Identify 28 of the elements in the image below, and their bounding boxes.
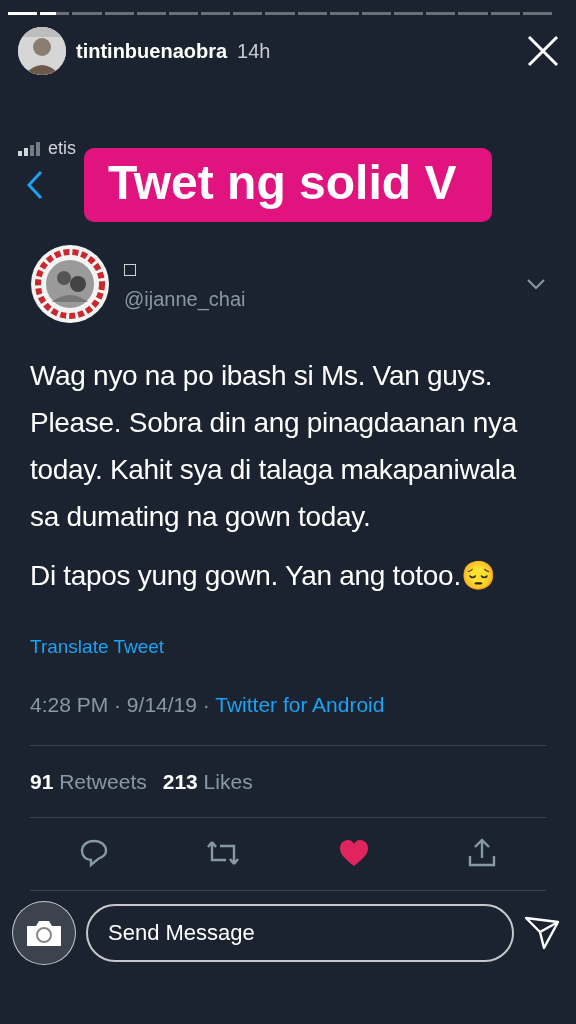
source-link[interactable]: Twitter for Android: [215, 693, 385, 717]
share-icon[interactable]: [467, 838, 498, 869]
user-handle: @ijanne_chai: [124, 286, 247, 313]
back-icon: [26, 169, 44, 200]
tweet-text: Wag nyo na po ibash si Ms. Van guys. Please. Sobra din ang pinagdaanan nya today. Kahit sya di talaga makapaniwala sa dumating na gown today.: [30, 358, 519, 534]
message-field[interactable]: Send Message: [86, 904, 514, 963]
username: tintinbuenaobra: [76, 39, 228, 64]
tweet-timestamp: 4:28 PM · 9/14/19 ·: [30, 693, 211, 717]
stat-count: 213 Likes: [162, 768, 253, 795]
chevron-down-icon[interactable]: [526, 277, 546, 290]
heart-icon[interactable]: [337, 838, 370, 869]
display-name: □: [124, 256, 138, 282]
camera-icon: [25, 918, 63, 949]
tweet-text: Di tapos yung gown. Yan ang totoo.😔: [30, 558, 497, 593]
paper-plane-icon: [524, 916, 560, 951]
close-button[interactable]: [526, 34, 560, 68]
translate-link[interactable]: Translate Tweet: [30, 632, 546, 662]
progress-segment: [8, 12, 38, 15]
back-button[interactable]: [26, 169, 44, 200]
post-time: 14h: [237, 39, 271, 64]
stat-count: 91 Retweets: [30, 768, 147, 795]
signal-icon: [18, 141, 42, 156]
progress-segment: [40, 12, 70, 15]
send-button[interactable]: [524, 916, 560, 951]
close-icon: [526, 34, 560, 68]
carrier-name: etis: [48, 137, 76, 160]
reply-icon[interactable]: [78, 838, 109, 869]
sticker-text: Twet ng solid V: [84, 148, 493, 222]
